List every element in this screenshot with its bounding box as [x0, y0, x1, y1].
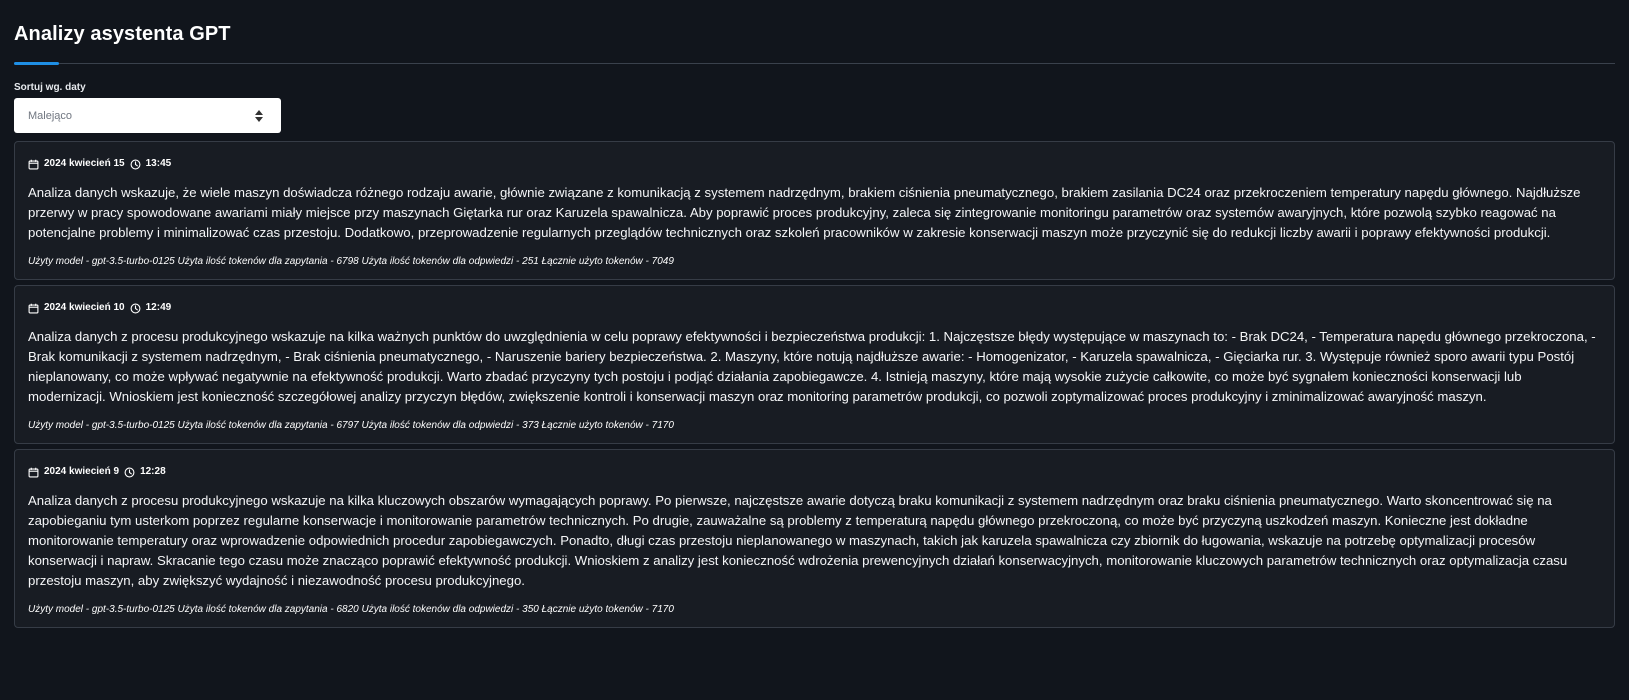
sort-section: Sortuj wg. daty Malejąco [14, 82, 1615, 136]
analysis-text: Analiza danych wskazuje, że wiele maszyn… [28, 185, 1581, 240]
calendar-icon [28, 467, 39, 477]
analysis-time: 13:45 [145, 158, 172, 169]
clock-icon [130, 159, 141, 169]
analysis-time: 12:49 [145, 302, 172, 313]
title-accent-bar [14, 62, 59, 65]
title-divider [14, 63, 1615, 64]
analysis-date: 2024 kwiecień 10 [44, 302, 125, 313]
analysis-card: 2024 kwiecień 9 12:28 Analiza danych z p… [14, 449, 1615, 628]
analysis-meta: 2024 kwiecień 15 13:45 [28, 157, 1602, 171]
analysis-text: Analiza danych z procesu produkcyjnego w… [28, 329, 1596, 404]
token-usage-info: Użyty model - gpt-3.5-turbo-0125 Użyta i… [28, 420, 674, 431]
analysis-text: Analiza danych z procesu produkcyjnego w… [28, 493, 1568, 588]
sort-selected-value: Malejąco [28, 109, 73, 122]
analysis-card: 2024 kwiecień 15 13:45 Analiza danych ws… [14, 141, 1615, 280]
analysis-meta: 2024 kwiecień 9 12:28 [28, 465, 1602, 479]
analysis-meta: 2024 kwiecień 10 12:49 [28, 301, 1602, 315]
page-title: Analizy asystenta GPT [14, 23, 231, 45]
clock-icon [130, 303, 141, 313]
clock-icon [124, 467, 135, 477]
token-usage-info: Użyty model - gpt-3.5-turbo-0125 Użyta i… [28, 256, 674, 267]
calendar-icon [28, 159, 39, 169]
analysis-card: 2024 kwiecień 10 12:49 Analiza danych z … [14, 285, 1615, 444]
select-arrows-icon [255, 110, 264, 122]
analysis-time: 12:28 [140, 466, 166, 477]
sort-select[interactable]: Malejąco [14, 98, 281, 133]
calendar-icon [28, 303, 39, 313]
token-usage-info: Użyty model - gpt-3.5-turbo-0125 Użyta i… [28, 604, 674, 615]
analysis-date: 2024 kwiecień 15 [44, 158, 125, 169]
analysis-date: 2024 kwiecień 9 [44, 466, 120, 477]
analysis-list: 2024 kwiecień 15 13:45 Analiza danych ws… [14, 141, 1615, 633]
sort-label: Sortuj wg. daty [14, 82, 86, 93]
page-header: Analizy asystenta GPT [14, 0, 1615, 65]
